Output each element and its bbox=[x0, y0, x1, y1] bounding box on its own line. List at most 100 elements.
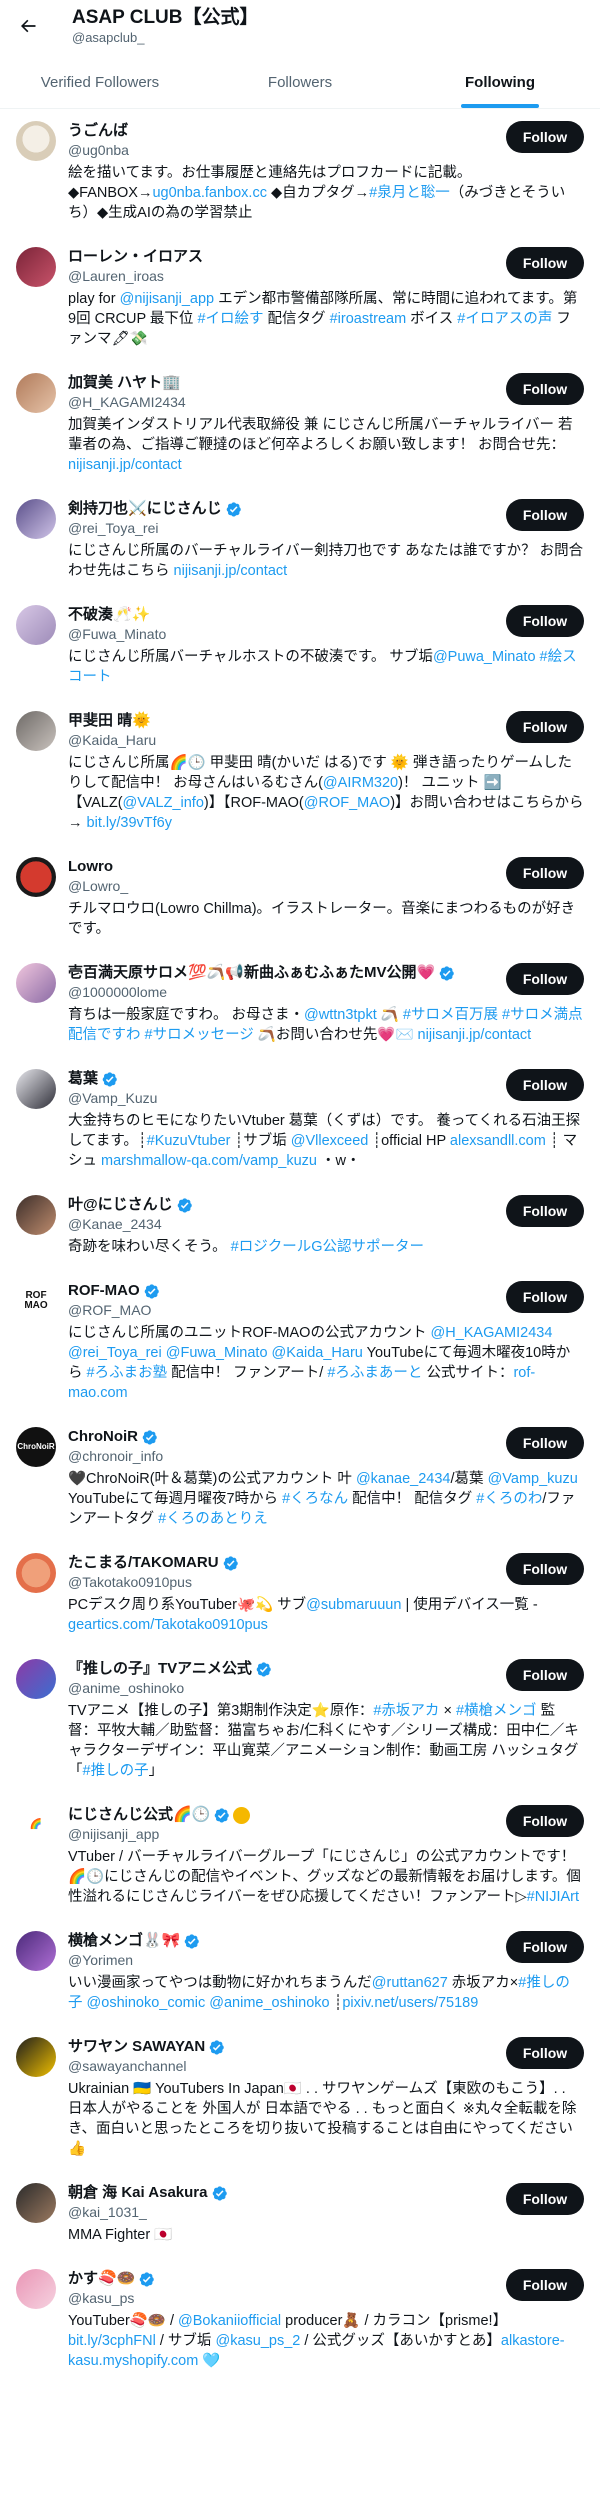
bio-link[interactable]: #サロメ百万展 bbox=[403, 1007, 498, 1023]
user-handle[interactable]: @kai_1031_ bbox=[68, 2203, 228, 2222]
bio-link[interactable]: #ロジクールG公認サポーター bbox=[231, 1239, 424, 1255]
bio-link[interactable]: ug0nba.fanbox.cc bbox=[152, 185, 266, 201]
follow-button[interactable]: Follow bbox=[506, 1069, 584, 1101]
follow-button[interactable]: Follow bbox=[506, 1195, 584, 1227]
bio-link[interactable]: @ruttan627 bbox=[372, 1975, 448, 1991]
bio-link[interactable]: @Vllexceed bbox=[291, 1133, 369, 1149]
bio-link[interactable]: @oshinoko_comic bbox=[87, 1995, 206, 2011]
user-cell[interactable]: 🌈 にじさんじ公式🌈🕒 @nijisanji_app Follow VTuber / バ… bbox=[0, 1793, 600, 1919]
user-display-name[interactable]: ChroNoiR bbox=[68, 1427, 163, 1447]
user-handle[interactable]: @nijisanji_app bbox=[68, 1825, 250, 1844]
bio-link[interactable]: bit.ly/39vTf6y bbox=[87, 815, 172, 831]
avatar[interactable] bbox=[16, 963, 56, 1003]
bio-link[interactable]: #くろなん bbox=[282, 1491, 348, 1507]
user-cell[interactable]: 『推しの子』TVアニメ公式 @anime_oshinoko Follow TVアニメ【… bbox=[0, 1647, 600, 1793]
avatar[interactable] bbox=[16, 857, 56, 897]
avatar[interactable]: ChroNoiR bbox=[16, 1427, 56, 1467]
bio-link[interactable]: @rei_Toya_rei bbox=[68, 1345, 162, 1361]
user-display-name[interactable]: 加賀美 ハヤト🏢 bbox=[68, 373, 186, 393]
avatar[interactable]: ROF MAO bbox=[16, 1281, 56, 1321]
user-handle[interactable]: @rei_Toya_rei bbox=[68, 519, 242, 538]
avatar[interactable] bbox=[16, 2037, 56, 2077]
follow-button[interactable]: Follow bbox=[506, 1805, 584, 1837]
follow-button[interactable]: Follow bbox=[506, 605, 584, 637]
bio-link[interactable]: @nijisanji_app bbox=[120, 291, 215, 307]
bio-link[interactable]: #サロメッセージ bbox=[145, 1027, 254, 1043]
bio-link[interactable]: nijisanji.jp/contact bbox=[418, 1027, 532, 1043]
follow-button[interactable]: Follow bbox=[506, 963, 584, 995]
bio-link[interactable]: nijisanji.jp/contact bbox=[174, 563, 288, 579]
follow-button[interactable]: Follow bbox=[506, 1553, 584, 1585]
user-handle[interactable]: @sawayanchannel bbox=[68, 2057, 225, 2076]
user-handle[interactable]: @Lauren_iroas bbox=[68, 267, 203, 286]
bio-link[interactable]: @ROF_MAO bbox=[304, 795, 390, 811]
bio-link[interactable]: @kasu_ps_2 bbox=[215, 2333, 300, 2349]
user-display-name[interactable]: ROF-MAO bbox=[68, 1281, 160, 1301]
follow-button[interactable]: Follow bbox=[506, 857, 584, 889]
bio-link[interactable]: @Puwa_Minato bbox=[433, 649, 536, 665]
user-cell[interactable]: たこまる/TAKOMARU @Takotako0910pus Follow PCデスク… bbox=[0, 1541, 600, 1647]
user-cell[interactable]: 加賀美 ハヤト🏢 @H_KAGAMI2434 Follow 加賀美インダストリアル代表… bbox=[0, 361, 600, 487]
follow-button[interactable]: Follow bbox=[506, 1931, 584, 1963]
bio-link[interactable]: #くろのあとりえ bbox=[158, 1511, 268, 1527]
user-cell[interactable]: 朝倉 海 Kai Asakura @kai_1031_ Follow MMA Figh… bbox=[0, 2171, 600, 2257]
user-display-name[interactable]: ローレン・イロアス bbox=[68, 247, 203, 267]
avatar[interactable] bbox=[16, 605, 56, 645]
user-handle[interactable]: @H_KAGAMI2434 bbox=[68, 393, 186, 412]
user-handle[interactable]: @Lowro_ bbox=[68, 877, 128, 896]
bio-link[interactable]: #横槍メンゴ bbox=[456, 1703, 537, 1719]
user-handle[interactable]: @anime_oshinoko bbox=[68, 1679, 272, 1698]
user-cell[interactable]: 叶@にじさんじ @Kanae_2434 Follow 奇跡を味わい尽くそう。 #ロジク… bbox=[0, 1183, 600, 1269]
avatar[interactable] bbox=[16, 1659, 56, 1699]
user-cell[interactable]: 剣持刀也⚔️にじさんじ @rei_Toya_rei Follow にじさんじ所属のバー… bbox=[0, 487, 600, 593]
bio-link[interactable]: @Vamp_kuzu bbox=[488, 1471, 578, 1487]
user-display-name[interactable]: 甲斐田 晴🌞 bbox=[68, 711, 156, 731]
bio-link[interactable]: @H_KAGAMI2434 bbox=[431, 1325, 553, 1341]
user-display-name[interactable]: サワヤン SAWAYAN bbox=[68, 2037, 225, 2057]
avatar[interactable] bbox=[16, 1931, 56, 1971]
tab-following[interactable]: Following bbox=[400, 56, 600, 108]
follow-button[interactable]: Follow bbox=[506, 121, 584, 153]
follow-button[interactable]: Follow bbox=[506, 1281, 584, 1313]
user-display-name[interactable]: 叶@にじさんじ bbox=[68, 1195, 193, 1215]
bio-link[interactable]: #推しの子 bbox=[83, 1763, 149, 1779]
follow-button[interactable]: Follow bbox=[506, 373, 584, 405]
avatar[interactable] bbox=[16, 373, 56, 413]
bio-link[interactable]: #イロ絵す bbox=[197, 311, 263, 327]
user-handle[interactable]: @Fuwa_Minato bbox=[68, 625, 166, 644]
avatar[interactable] bbox=[16, 499, 56, 539]
bio-link[interactable]: @kanae_2434 bbox=[356, 1471, 451, 1487]
avatar[interactable] bbox=[16, 1195, 56, 1235]
bio-link[interactable]: @submaruuun bbox=[306, 1597, 401, 1613]
user-cell[interactable]: ローレン・イロアス @Lauren_iroas Follow play for @ni… bbox=[0, 235, 600, 361]
bio-link[interactable]: @VALZ_info bbox=[123, 795, 204, 811]
avatar[interactable] bbox=[16, 2269, 56, 2309]
bio-link[interactable]: #イロアスの声 bbox=[457, 311, 552, 327]
follow-button[interactable]: Follow bbox=[506, 499, 584, 531]
user-cell[interactable]: 壱百満天原サロメ💯🪃📢新曲ふぁむふぁたMV公開💗 @1000000lome Foll… bbox=[0, 951, 600, 1057]
bio-link[interactable]: #KuzuVtuber bbox=[147, 1133, 231, 1149]
user-display-name[interactable]: たこまる/TAKOMARU bbox=[68, 1553, 239, 1573]
user-display-name[interactable]: 『推しの子』TVアニメ公式 bbox=[68, 1659, 272, 1679]
bio-link[interactable]: alexsandll.com bbox=[450, 1133, 546, 1149]
follow-button[interactable]: Follow bbox=[506, 2037, 584, 2069]
bio-link[interactable]: #泉月と聡一 bbox=[369, 185, 450, 201]
user-handle[interactable]: @ROF_MAO bbox=[68, 1301, 160, 1320]
user-display-name[interactable]: にじさんじ公式🌈🕒 bbox=[68, 1805, 251, 1825]
user-display-name[interactable]: 朝倉 海 Kai Asakura bbox=[68, 2183, 228, 2203]
user-display-name[interactable]: 剣持刀也⚔️にじさんじ bbox=[68, 499, 242, 519]
user-display-name[interactable]: かす🍣🍩 bbox=[68, 2269, 155, 2289]
bio-link[interactable]: @wttn3tpkt bbox=[304, 1007, 377, 1023]
user-handle[interactable]: @Kaida_Haru bbox=[68, 731, 156, 750]
user-cell[interactable]: 不破湊🥂✨ @Fuwa_Minato Follow にじさんじ所属バーチャルホストの不… bbox=[0, 593, 600, 699]
bio-link[interactable]: nijisanji.jp/contact bbox=[68, 457, 182, 473]
avatar[interactable] bbox=[16, 247, 56, 287]
user-cell[interactable]: ROF MAO ROF-MAO @ROF_MAO Follow にじさんじ所属のユニットR… bbox=[0, 1269, 600, 1415]
tab-verified-followers[interactable]: Verified Followers bbox=[0, 56, 200, 108]
bio-link[interactable]: @Fuwa_Minato bbox=[166, 1345, 268, 1361]
user-handle[interactable]: @chronoir_info bbox=[68, 1447, 163, 1466]
tab-followers[interactable]: Followers bbox=[200, 56, 400, 108]
user-cell[interactable]: かす🍣🍩 @kasu_ps Follow YouTuber🍣🍩 / @Bokaniio… bbox=[0, 2257, 600, 2383]
user-display-name[interactable]: 横槍メンゴ🐰🎀 bbox=[68, 1931, 200, 1951]
bio-link[interactable]: #ろふまあーと bbox=[327, 1365, 422, 1381]
